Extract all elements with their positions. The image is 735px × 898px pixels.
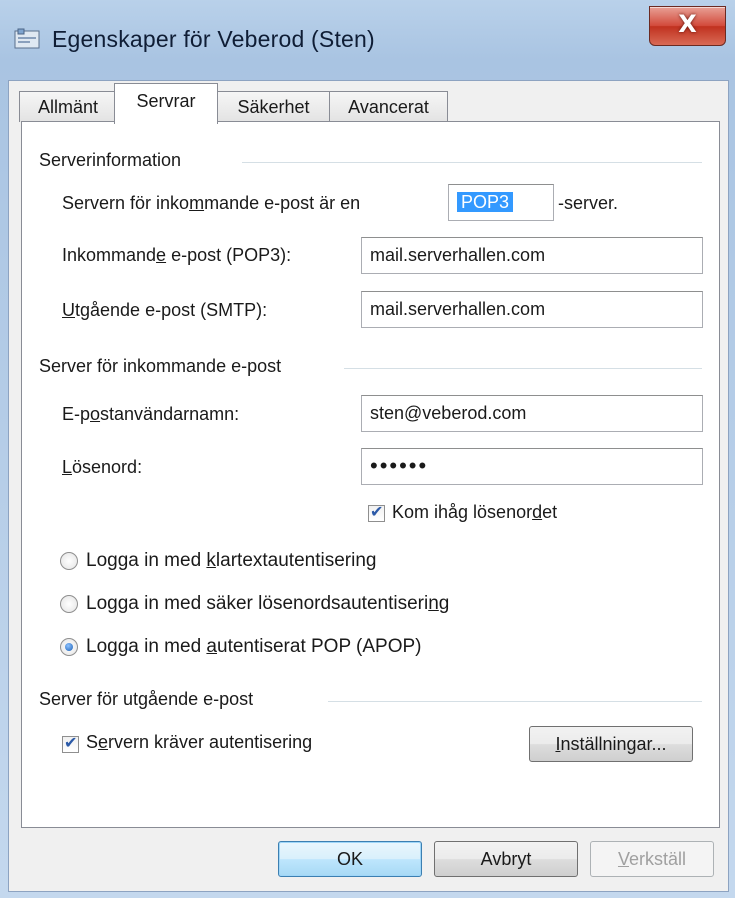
window-title: Egenskaper för Veberod (Sten) bbox=[52, 26, 375, 52]
secure-password-auth-label: Logga in med säker lösenordsautentiserin… bbox=[86, 593, 450, 614]
outgoing-server-label: Utgående e-post (SMTP): bbox=[62, 300, 268, 320]
title-bar[interactable]: Egenskaper för Veberod (Sten) X bbox=[0, 0, 735, 80]
remember-password-checkbox[interactable] bbox=[368, 502, 385, 522]
incoming-server-input[interactable]: mail.serverhallen.com bbox=[361, 237, 703, 274]
group-divider bbox=[344, 368, 702, 369]
server-suffix-label: -server. bbox=[558, 193, 619, 213]
apop-auth-label: Logga in med autentiserat POP (APOP) bbox=[86, 636, 422, 657]
settings-button[interactable]: Inställningar... bbox=[529, 726, 693, 762]
tab-avancerat[interactable]: Avancerat bbox=[329, 91, 448, 122]
tab-sakerhet[interactable]: Säkerhet bbox=[217, 91, 330, 122]
close-button[interactable]: X bbox=[649, 6, 726, 46]
requires-auth-checkbox[interactable] bbox=[62, 733, 79, 753]
radio-cleartext-auth[interactable] bbox=[60, 552, 78, 570]
radio-secure-password-auth[interactable] bbox=[60, 595, 78, 613]
ok-button[interactable]: OK bbox=[278, 841, 422, 877]
cancel-button[interactable]: Avbryt bbox=[434, 841, 578, 877]
account-icon bbox=[14, 28, 40, 49]
tab-allmant[interactable]: Allmänt bbox=[19, 91, 117, 122]
tab-servrar[interactable]: Servrar bbox=[114, 83, 218, 124]
server-type-field[interactable]: POP3 bbox=[448, 184, 554, 221]
group-outgoing-server: Server för utgående e-post bbox=[39, 689, 254, 709]
outgoing-server-input[interactable]: mail.serverhallen.com bbox=[361, 291, 703, 328]
apply-button[interactable]: Verkställ bbox=[590, 841, 714, 877]
password-label: Lösenord: bbox=[62, 457, 143, 477]
group-divider bbox=[242, 162, 702, 163]
properties-window: Egenskaper för Veberod (Sten) X Allmänt … bbox=[0, 0, 735, 898]
servrar-panel: Serverinformation Servern för inkommande… bbox=[21, 121, 720, 828]
username-label: E-postanvändarnamn: bbox=[62, 404, 240, 424]
group-divider bbox=[328, 701, 702, 702]
group-incoming-server: Server för inkommande e-post bbox=[39, 356, 282, 376]
radio-apop-auth[interactable] bbox=[60, 638, 78, 656]
cleartext-auth-label: Logga in med klartextautentisering bbox=[86, 550, 377, 571]
username-input[interactable]: sten@veberod.com bbox=[361, 395, 703, 432]
remember-password-label: Kom ihåg lösenordet bbox=[392, 502, 558, 522]
requires-auth-label: Servern kräver autentisering bbox=[86, 732, 313, 752]
incoming-server-label: Inkommande e-post (POP3): bbox=[62, 245, 292, 265]
dialog-client-area: Allmänt Servrar Säkerhet Avancerat Serve… bbox=[8, 80, 729, 892]
password-input[interactable]: •••••• bbox=[361, 448, 703, 485]
incoming-type-label: Servern för inkommande e-post är en bbox=[62, 193, 361, 213]
group-serverinformation: Serverinformation bbox=[39, 150, 182, 170]
close-icon: X bbox=[678, 10, 697, 38]
